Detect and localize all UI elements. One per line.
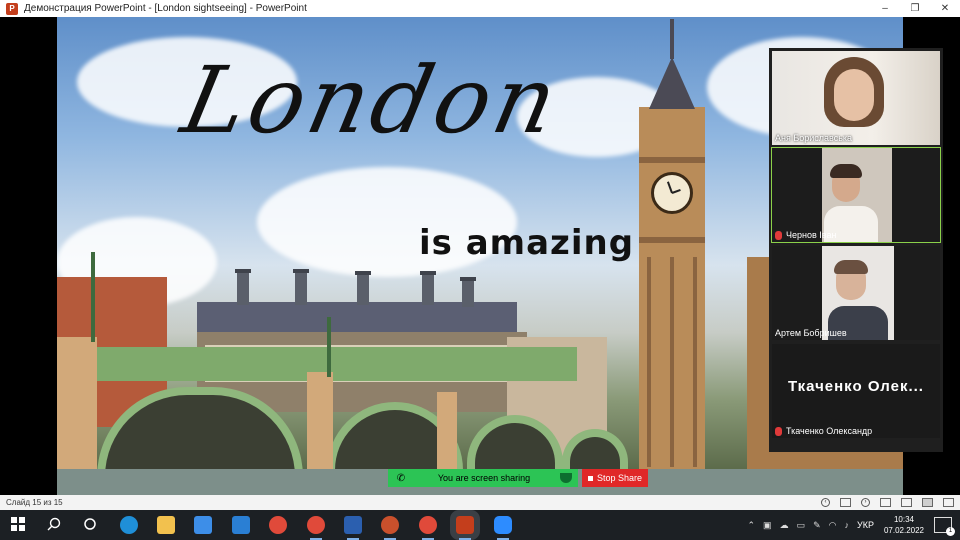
- lamp-post: [91, 252, 95, 342]
- tower-band: [647, 257, 651, 467]
- slide-subtitle: is amazing: [419, 223, 635, 263]
- tower-band: [693, 257, 697, 467]
- minimize-button[interactable]: –: [870, 0, 900, 17]
- previous-slide-icon[interactable]: ‹: [821, 498, 830, 507]
- participant-name: Ткаченко Олександр: [775, 426, 872, 436]
- powerpoint-statusbar: Слайд 15 из 15 ‹ ›: [0, 495, 960, 510]
- store-icon[interactable]: [194, 516, 212, 534]
- participant-name: Артем Бобришев: [775, 328, 847, 338]
- lamp-post: [327, 317, 331, 377]
- clock-hand: [671, 188, 681, 194]
- chimney-cap: [420, 271, 436, 275]
- stop-icon: [587, 475, 593, 481]
- participant-name: Аня Бориславська: [775, 133, 853, 143]
- chimney: [237, 271, 249, 305]
- chrome-icon[interactable]: [269, 516, 287, 534]
- file-explorer-icon[interactable]: [157, 516, 175, 534]
- participant-tile[interactable]: Аня Бориславська: [772, 51, 940, 145]
- mail-icon[interactable]: [232, 516, 250, 534]
- shield-icon: [560, 473, 572, 483]
- participant-tile-no-video[interactable]: Ткаченко Олек... Ткаченко Олександр: [772, 344, 940, 438]
- chimney: [295, 271, 307, 305]
- window-title: Демонстрация PowerPoint - [London sights…: [24, 3, 307, 14]
- task-view-button[interactable]: [82, 516, 100, 534]
- slide-sorter-icon[interactable]: [901, 498, 912, 507]
- window-titlebar: P Демонстрация PowerPoint - [London sigh…: [0, 0, 960, 17]
- participant-tile-active[interactable]: Чернов Іван: [771, 147, 941, 243]
- powerpoint-app-icon: P: [6, 2, 18, 15]
- chimney-cap: [355, 271, 371, 275]
- clock-face: [651, 172, 693, 214]
- participant-face: [834, 69, 874, 121]
- language-indicator[interactable]: УКР: [857, 520, 874, 530]
- chevron-up-icon[interactable]: ⌃: [748, 520, 756, 531]
- search-button[interactable]: [46, 516, 64, 534]
- bridge-pier: [57, 337, 97, 487]
- participant-name: Чернов Іван: [775, 230, 836, 240]
- zoom-icon[interactable]: [494, 516, 512, 540]
- system-tray: ⌃ ▣ ☁ ▭ ✎ ◠ ♪ УКР 10:34 07.02.2022 1: [744, 510, 960, 540]
- participant-hair: [834, 260, 868, 274]
- participant-display-name: Ткаченко Олек...: [788, 378, 924, 395]
- battery-icon[interactable]: ▭: [797, 520, 806, 531]
- normal-view-icon[interactable]: [880, 498, 891, 507]
- search-icon: [47, 517, 61, 531]
- participant-hair: [830, 164, 862, 178]
- volume-icon[interactable]: ♪: [844, 520, 849, 530]
- cloud-icon[interactable]: ☁: [780, 520, 789, 531]
- chrome-profile-icon[interactable]: [307, 516, 325, 540]
- tower-spire-tip: [670, 19, 674, 59]
- task-view-icon: [84, 518, 96, 530]
- wifi-icon[interactable]: ◠: [829, 520, 837, 531]
- zoom-participants-panel: Аня Бориславська Чернов Іван Артем Бобри…: [769, 48, 943, 452]
- reading-view-icon[interactable]: [840, 498, 851, 507]
- slide-counter: Слайд 15 из 15: [6, 498, 63, 507]
- start-button[interactable]: [10, 516, 28, 534]
- tower-band: [670, 257, 674, 467]
- notification-center-icon[interactable]: 1: [934, 517, 955, 536]
- mic-muted-icon: [775, 426, 782, 436]
- chimney-cap: [293, 269, 309, 273]
- word-icon[interactable]: [344, 516, 362, 540]
- camera-icon[interactable]: ▣: [763, 520, 772, 531]
- slideshow-view-icon[interactable]: [922, 498, 933, 507]
- clock-date: 07.02.2022: [883, 526, 924, 535]
- windows-taskbar: ⌃ ▣ ☁ ▭ ✎ ◠ ♪ УКР 10:34 07.02.2022 1: [0, 510, 960, 540]
- chimney: [462, 279, 474, 307]
- tower-spire: [649, 57, 695, 109]
- slide-title: London: [173, 47, 570, 154]
- restore-button[interactable]: ❐: [900, 0, 930, 17]
- chimney: [422, 273, 434, 305]
- notification-badge: 1: [946, 527, 955, 536]
- windows-logo-icon: [11, 517, 25, 531]
- window-controls: – ❐ ✕: [870, 0, 960, 17]
- participant-tile[interactable]: Артем Бобришев: [772, 246, 940, 340]
- edge-icon[interactable]: [120, 516, 138, 534]
- next-slide-icon[interactable]: ›: [861, 498, 870, 507]
- tower-band: [639, 157, 705, 163]
- clock-time: 10:34: [893, 515, 914, 524]
- bridge-pier: [437, 392, 457, 477]
- status-controls: ‹ ›: [821, 495, 954, 510]
- clock[interactable]: 10:34 07.02.2022: [884, 514, 924, 536]
- chimney-cap: [235, 269, 251, 273]
- stop-share-label: Stop Share: [596, 473, 643, 483]
- chimney: [357, 273, 369, 305]
- pen-icon[interactable]: ✎: [813, 520, 821, 531]
- zoom-share-bar: ✆ You are screen sharing Stop Share: [388, 469, 648, 487]
- presenter-view-icon[interactable]: [943, 498, 954, 507]
- bridge-pier: [307, 372, 333, 482]
- share-status-text: You are screen sharing: [437, 473, 531, 483]
- powerpoint-icon[interactable]: [450, 510, 480, 540]
- chimney-cap: [460, 277, 476, 281]
- tower-band: [639, 237, 705, 243]
- phone-icon: ✆: [396, 472, 406, 484]
- close-button[interactable]: ✕: [930, 0, 960, 17]
- stop-share-button[interactable]: Stop Share: [582, 469, 648, 487]
- slideshow-stage: London is amazing Аня Бориславська Черно…: [0, 17, 960, 495]
- share-status[interactable]: ✆ You are screen sharing: [388, 469, 578, 487]
- mic-muted-icon: [775, 230, 782, 240]
- media-player-icon[interactable]: [381, 516, 399, 540]
- chrome-second-icon[interactable]: [419, 516, 437, 540]
